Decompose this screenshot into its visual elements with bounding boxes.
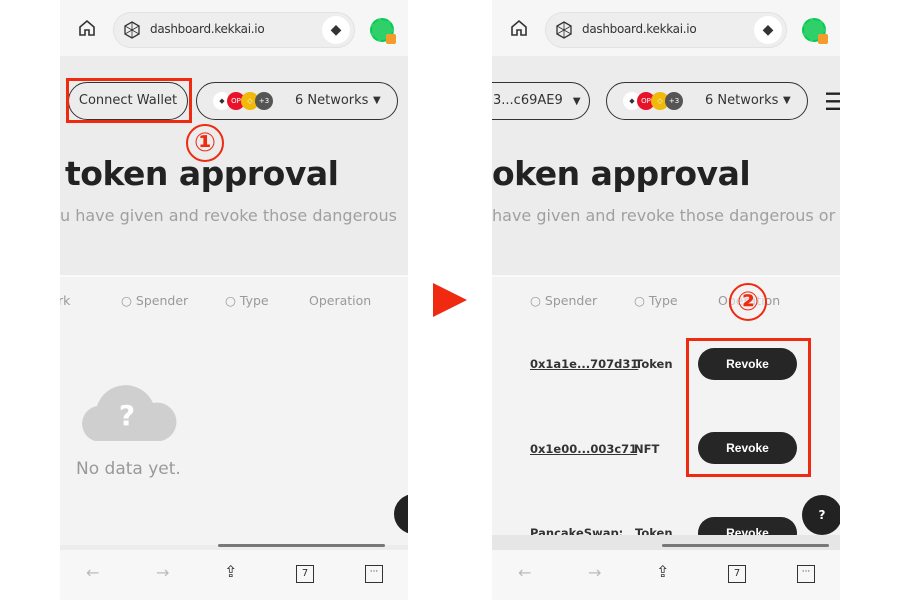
more-chains-badge: +3 — [255, 92, 273, 110]
column-spender[interactable]: ○ Spender — [121, 293, 188, 308]
annotation-box-1 — [66, 78, 192, 123]
type-label: Type — [239, 293, 269, 308]
column-type[interactable]: ○ Type — [225, 293, 269, 308]
share-icon[interactable]: ⇪ — [224, 562, 237, 581]
forward-icon[interactable]: → — [156, 563, 169, 582]
screenshot-after: dashboard.kekkai.io ◆ 3...c69AE9 ▼ ◆ OP ◇ +… — [492, 0, 840, 600]
back-icon[interactable]: ← — [518, 563, 531, 582]
spender-label: Spender — [135, 293, 189, 308]
page-title: token approval — [65, 154, 339, 193]
column-network: rk — [60, 293, 71, 308]
tabs-button[interactable]: 7 — [728, 565, 746, 583]
approval-type: Token — [635, 526, 673, 535]
scroll-indicator — [662, 544, 829, 547]
address-bar[interactable]: dashboard.kekkai.io ◆ — [113, 12, 355, 48]
browser-bottom-bar: ← → ⇪ 7 ··· — [492, 550, 840, 600]
arrow-right-icon — [433, 283, 467, 317]
column-operation: Operation — [309, 293, 372, 308]
empty-cloud-icon: ? — [82, 385, 177, 441]
back-icon[interactable]: ← — [86, 563, 99, 582]
url-text: dashboard.kekkai.io — [150, 22, 265, 36]
search-icon: ○ — [121, 293, 132, 308]
screenshot-before: dashboard.kekkai.io ◆ Connect Wallet ◆ OP… — [60, 0, 408, 600]
networks-label: 6 Networks — [295, 93, 369, 108]
svg-text:?: ? — [119, 399, 135, 432]
revoke-button[interactable]: Revoke — [698, 517, 797, 535]
empty-state-text: No data yet. — [76, 459, 181, 479]
annotation-box-2 — [686, 338, 811, 477]
share-icon[interactable]: ⇪ — [656, 562, 669, 581]
ethereum-icon[interactable]: ◆ — [322, 16, 350, 44]
forward-icon[interactable]: → — [588, 563, 601, 582]
search-icon: ○ — [225, 293, 236, 308]
browser-bottom-bar: ← → ⇪ 7 ··· — [60, 550, 408, 600]
more-icon[interactable]: ··· — [797, 565, 815, 583]
wallet-avatar[interactable] — [370, 18, 396, 44]
chain-icons: ◆ OP ◇ +3 — [213, 92, 273, 110]
kekkai-logo-icon — [124, 21, 140, 39]
browser-top-bar: dashboard.kekkai.io ◆ — [60, 0, 408, 56]
chevron-down-icon: ▼ — [373, 95, 381, 106]
more-icon[interactable]: ··· — [365, 565, 383, 583]
help-button[interactable]: ? — [802, 495, 840, 535]
page-subtitle: u have given and revoke those dangerous — [60, 206, 397, 225]
home-icon[interactable] — [77, 18, 97, 38]
networks-dropdown[interactable]: ◆ OP ◇ +3 6 Networks ▼ — [196, 82, 398, 120]
tabs-button[interactable]: 7 — [296, 565, 314, 583]
bottom-fade — [492, 535, 840, 550]
step-2-marker: ② — [729, 283, 767, 321]
metamask-icon — [386, 34, 396, 44]
spender-name[interactable]: PancakeSwap: — [530, 526, 623, 535]
scroll-indicator — [218, 544, 385, 547]
